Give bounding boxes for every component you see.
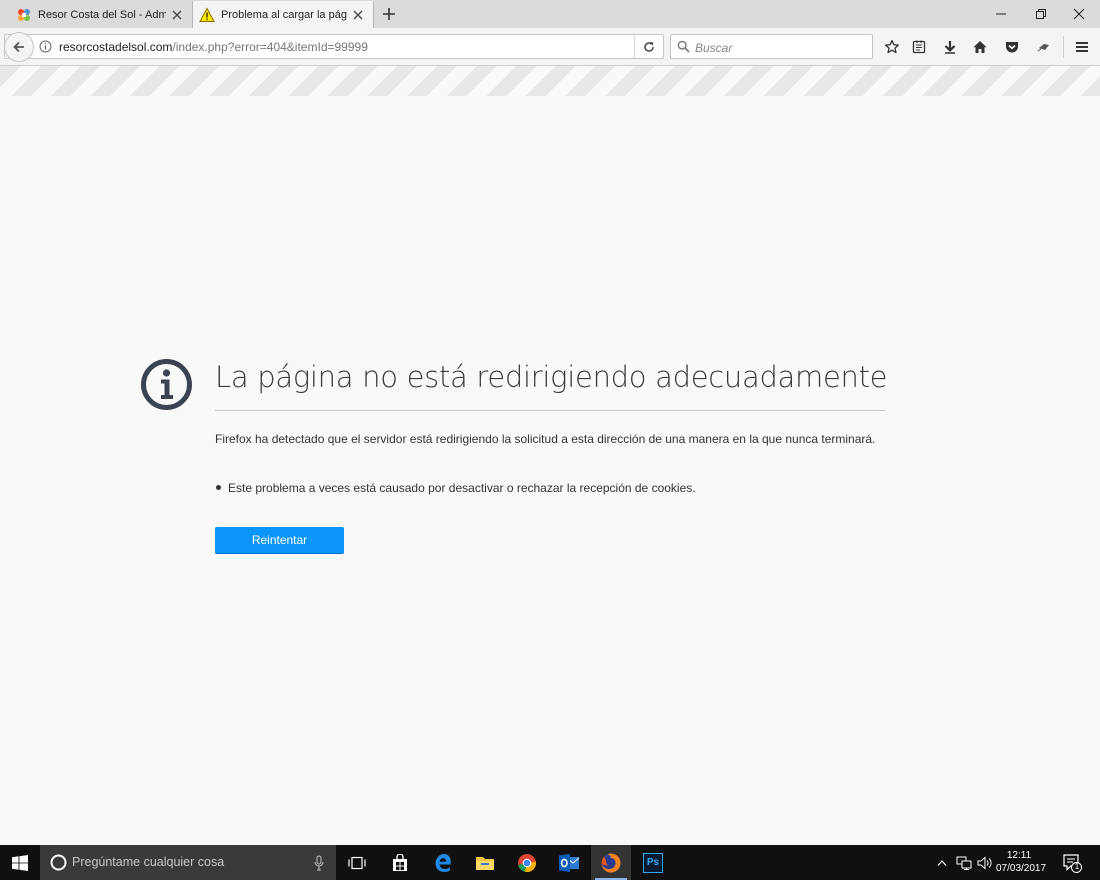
page-title: La página no está redirigiendo adecuadam…: [215, 360, 888, 394]
cortana-icon: [50, 854, 67, 871]
task-view-button[interactable]: [337, 845, 377, 880]
file-explorer-button[interactable]: [465, 845, 505, 880]
title-divider: [215, 410, 885, 411]
outlook-button[interactable]: [549, 845, 589, 880]
store-button[interactable]: [380, 845, 420, 880]
pocket-icon[interactable]: [1004, 39, 1020, 55]
close-icon: [1073, 8, 1085, 20]
info-icon: [141, 359, 192, 410]
tray-overflow-button[interactable]: [935, 854, 949, 871]
search-bar[interactable]: [670, 34, 873, 59]
network-icon: [956, 856, 972, 870]
speaker-icon: [977, 855, 992, 870]
photoshop-button[interactable]: Ps: [633, 845, 673, 880]
store-icon: [393, 853, 407, 871]
list-item: Este problema a veces está causado por d…: [215, 480, 696, 496]
reload-button[interactable]: [634, 35, 663, 58]
outlook-icon: [559, 853, 580, 872]
tab-resor-costa-del-sol[interactable]: Resor Costa del Sol - Adm...: [10, 1, 192, 28]
url-bar[interactable]: resorcostadelsol.com/index.php?error=404…: [4, 32, 664, 62]
taskbar-search-placeholder: Pregúntame cualquier cosa: [72, 855, 225, 869]
joomla-icon: [18, 8, 30, 21]
notification-count: 1: [1074, 862, 1080, 871]
search-icon: [677, 40, 690, 53]
error-stripe-banner: [0, 66, 1100, 96]
photoshop-icon: Ps: [643, 852, 663, 873]
error-hints-list: Este problema a veces está causado por d…: [215, 480, 696, 496]
windows-taskbar: Pregúntame cualquier cosa Ps 12:11 07/03…: [0, 845, 1100, 880]
chevron-up-icon: [937, 859, 947, 866]
clock-date: 07/03/2017: [996, 863, 1047, 874]
home-icon[interactable]: [972, 39, 988, 55]
retry-button[interactable]: Reintentar: [215, 527, 344, 553]
reload-icon: [644, 41, 654, 52]
close-window-button[interactable]: [1056, 0, 1100, 28]
error-description: Firefox ha detectado que el servidor est…: [215, 432, 876, 446]
tab-problema-al-cargar[interactable]: Problema al cargar la pági...: [192, 1, 374, 28]
chrome-icon: [518, 853, 537, 872]
file-explorer-icon: [476, 856, 494, 870]
site-info-icon[interactable]: [39, 40, 52, 53]
search-input[interactable]: [693, 37, 867, 58]
bookmark-star-icon[interactable]: [884, 39, 900, 55]
windows-logo-icon: [12, 854, 28, 871]
extension-icon[interactable]: [1036, 39, 1052, 55]
title-bar: Resor Costa del Sol - Adm... Problema al…: [0, 0, 1100, 28]
url-text[interactable]: resorcostadelsol.com/index.php?error=404…: [59, 40, 368, 54]
navigation-toolbar: resorcostadelsol.com/index.php?error=404…: [0, 28, 1100, 66]
firefox-button[interactable]: [591, 845, 631, 880]
bookmarks-menu-icon[interactable]: [911, 39, 927, 55]
back-arrow-icon: [13, 41, 24, 53]
start-button[interactable]: [0, 845, 40, 880]
microphone-icon[interactable]: [314, 855, 324, 871]
warning-icon: [199, 6, 215, 22]
action-center-button[interactable]: 1: [1062, 853, 1082, 873]
chrome-button[interactable]: [507, 845, 547, 880]
url-path: /index.php?error=404&itemId=99999: [172, 40, 368, 54]
system-clock[interactable]: 12:11 07/03/2017: [996, 849, 1047, 875]
task-view-icon: [348, 856, 366, 869]
hamburger-menu-icon[interactable]: [1074, 39, 1090, 55]
close-tab-icon[interactable]: [351, 8, 365, 22]
clock-time: 12:11: [1006, 850, 1032, 861]
network-button[interactable]: [955, 854, 973, 871]
volume-button[interactable]: [976, 854, 994, 871]
new-tab-icon[interactable]: [380, 5, 398, 23]
edge-button[interactable]: [423, 845, 463, 880]
edge-icon: [435, 853, 451, 872]
download-icon[interactable]: [942, 39, 958, 55]
close-tab-icon[interactable]: [170, 8, 184, 22]
restore-icon: [1036, 9, 1046, 19]
toolbar-separator: [1063, 36, 1064, 58]
firefox-icon: [601, 853, 621, 872]
tab-label: Resor Costa del Sol - Adm...: [38, 8, 166, 21]
cortana-search-box[interactable]: Pregúntame cualquier cosa: [40, 845, 336, 880]
minimize-icon: [996, 13, 1006, 15]
url-host: resorcostadelsol.com: [59, 40, 173, 54]
photoshop-label: Ps: [646, 857, 660, 868]
back-button[interactable]: [4, 32, 34, 62]
tab-label: Problema al cargar la pági...: [221, 8, 347, 21]
